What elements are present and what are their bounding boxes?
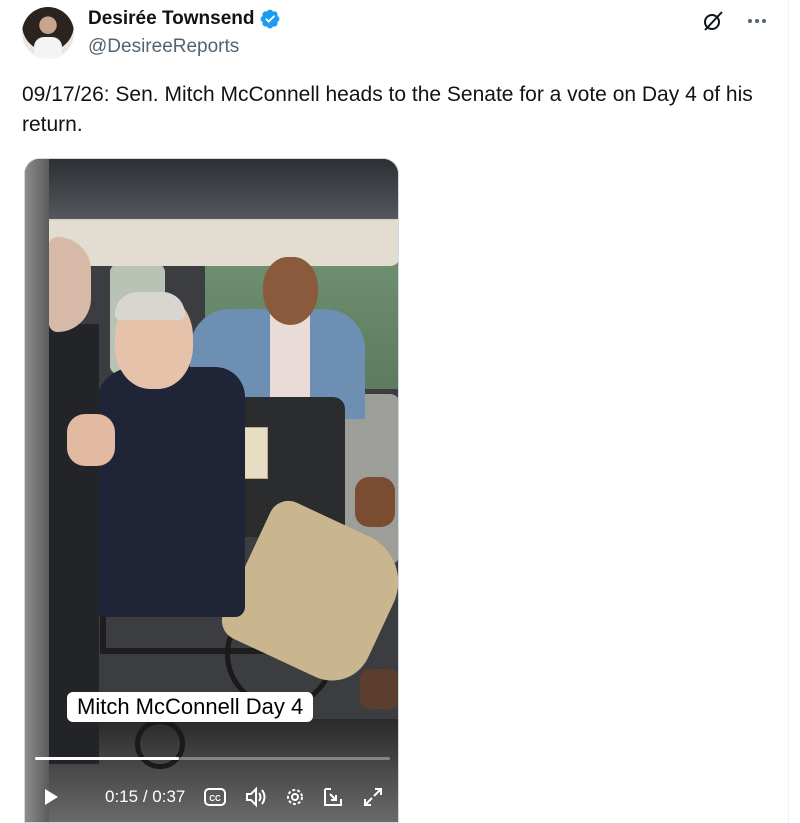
tweet-top-actions [700, 8, 770, 34]
video-frame [25, 159, 398, 822]
video-caption: Mitch McConnell Day 4 [67, 692, 314, 722]
author-name[interactable]: Desirée Townsend [88, 8, 254, 30]
play-icon[interactable] [39, 785, 63, 809]
fullscreen-icon[interactable] [361, 785, 385, 809]
video-current-time: 0:15 [105, 787, 139, 806]
video-controls: 0:15 / 0:37 CC [25, 769, 398, 822]
popout-icon[interactable] [321, 785, 345, 809]
verified-badge-icon [261, 9, 280, 29]
video-progress-fill [35, 757, 179, 760]
video-player[interactable]: Mitch McConnell Day 4 0:15 / 0:37 CC [24, 158, 399, 823]
video-progress-bar[interactable] [35, 757, 390, 760]
svg-text:CC: CC [209, 794, 221, 803]
more-icon[interactable] [744, 8, 770, 34]
video-time-separator: / [138, 787, 153, 806]
timeline-border [788, 0, 800, 823]
author-name-row: Desirée Townsend [88, 8, 281, 30]
video-duration: 0:37 [152, 787, 186, 806]
grok-icon[interactable] [700, 8, 726, 34]
video-time: 0:15 / 0:37 [105, 787, 185, 807]
avatar[interactable] [22, 7, 74, 59]
tweet-text: 09/17/26: Sen. Mitch McConnell heads to … [22, 83, 753, 136]
settings-icon[interactable] [283, 785, 307, 809]
author-handle[interactable]: @DesireeReports [88, 36, 239, 58]
volume-icon[interactable] [243, 785, 269, 809]
cc-icon[interactable]: CC [203, 785, 227, 809]
